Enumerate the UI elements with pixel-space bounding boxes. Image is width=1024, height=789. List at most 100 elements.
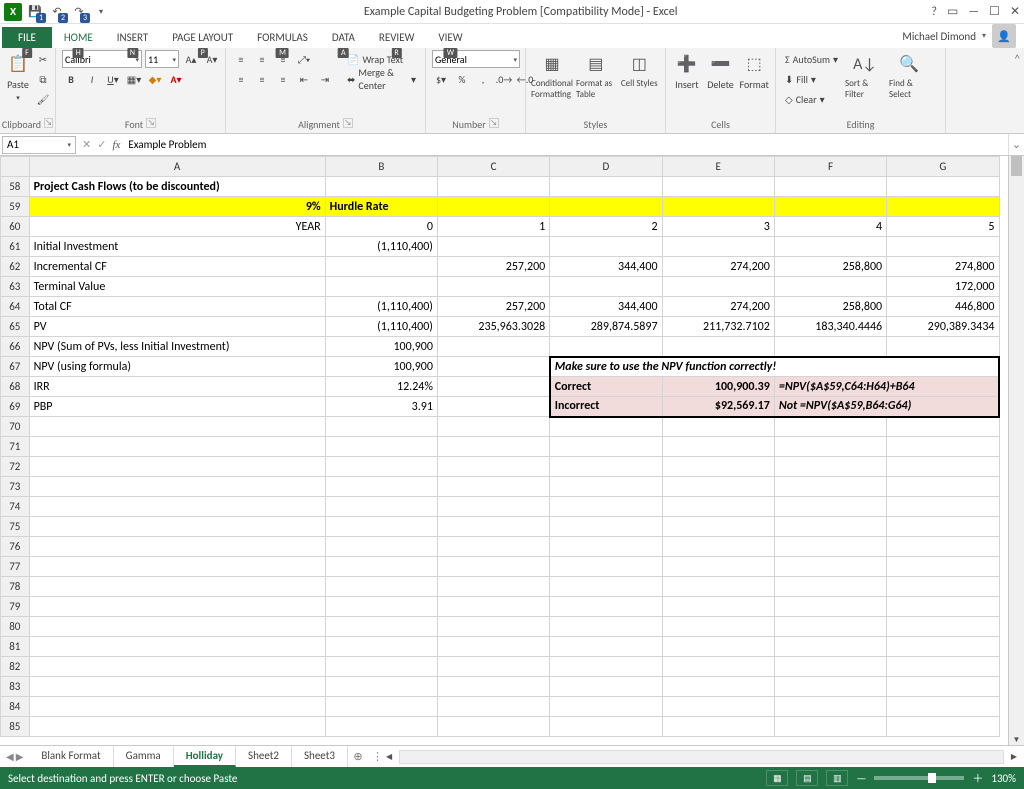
cell-A67[interactable]: NPV (using formula)	[29, 357, 325, 377]
italic-button[interactable]: I	[83, 70, 101, 88]
cell-E63[interactable]	[662, 277, 774, 297]
cell-F59[interactable]	[774, 197, 886, 217]
row-header-63[interactable]: 63	[1, 277, 30, 297]
cell-G82[interactable]	[887, 657, 999, 677]
horizontal-scrollbar[interactable]	[399, 750, 1004, 764]
cell-G80[interactable]	[887, 617, 999, 637]
cell-F77[interactable]	[774, 557, 886, 577]
cell-G62[interactable]: 274,800	[887, 257, 999, 277]
cancel-formula-icon[interactable]: ✕	[82, 138, 91, 151]
cell-A70[interactable]	[29, 417, 325, 437]
decrease-indent-icon[interactable]: ⇤	[295, 70, 313, 88]
select-all-corner[interactable]	[1, 157, 30, 177]
col-header-E[interactable]: E	[662, 157, 774, 177]
cell-A81[interactable]	[29, 637, 325, 657]
cell-A73[interactable]	[29, 477, 325, 497]
cell-E74[interactable]	[662, 497, 774, 517]
col-header-D[interactable]: D	[550, 157, 662, 177]
cell-F81[interactable]	[774, 637, 886, 657]
row-header-75[interactable]: 75	[1, 517, 30, 537]
cell-A84[interactable]	[29, 697, 325, 717]
cell-F60[interactable]: 4	[774, 217, 886, 237]
cell-F70[interactable]	[774, 417, 886, 437]
cell-G75[interactable]	[887, 517, 999, 537]
cell-F83[interactable]	[774, 677, 886, 697]
cell-D63[interactable]	[550, 277, 662, 297]
ribbon-tab-insert[interactable]: INSERTN	[105, 27, 161, 48]
cell-G71[interactable]	[887, 437, 999, 457]
cell-D66[interactable]	[550, 337, 662, 357]
cell-B58[interactable]	[325, 177, 437, 197]
cell-D58[interactable]	[550, 177, 662, 197]
row-header-82[interactable]: 82	[1, 657, 30, 677]
cell-F73[interactable]	[774, 477, 886, 497]
cell-D77[interactable]	[550, 557, 662, 577]
cell-E64[interactable]: 274,200	[662, 297, 774, 317]
cell-E80[interactable]	[662, 617, 774, 637]
cell-E83[interactable]	[662, 677, 774, 697]
cell-C83[interactable]	[437, 677, 549, 697]
cell-C79[interactable]	[437, 597, 549, 617]
delete-cells-button[interactable]: ➖Delete	[706, 50, 736, 91]
spreadsheet-grid[interactable]: ABCDEFG58Project Cash Flows (to be disco…	[0, 156, 1024, 745]
cell-E85[interactable]	[662, 717, 774, 737]
cell-C58[interactable]	[437, 177, 549, 197]
col-header-A[interactable]: A	[29, 157, 325, 177]
cell-A60[interactable]: YEAR	[29, 217, 325, 237]
align-left-icon[interactable]: ≡	[232, 70, 250, 88]
cell-G65[interactable]: 290,389.3434	[887, 317, 999, 337]
cell-E78[interactable]	[662, 577, 774, 597]
cell-A78[interactable]	[29, 577, 325, 597]
cell-F78[interactable]	[774, 577, 886, 597]
insert-cells-button[interactable]: ➕Insert	[672, 50, 702, 91]
vertical-scrollbar[interactable]: ▲ ▼	[1008, 156, 1024, 745]
cell-F65[interactable]: 183,340.4446	[774, 317, 886, 337]
cell-F76[interactable]	[774, 537, 886, 557]
cell-D75[interactable]	[550, 517, 662, 537]
sheet-tab-blank-format[interactable]: Blank Format	[29, 746, 113, 767]
align-right-icon[interactable]: ≡	[274, 70, 292, 88]
row-header-80[interactable]: 80	[1, 617, 30, 637]
cell-D83[interactable]	[550, 677, 662, 697]
cell-D79[interactable]	[550, 597, 662, 617]
hscroll-left-icon[interactable]: ◀	[383, 752, 395, 762]
row-header-60[interactable]: 60	[1, 217, 30, 237]
enter-formula-icon[interactable]: ✓	[97, 138, 106, 151]
cell-D85[interactable]	[550, 717, 662, 737]
cell-C62[interactable]: 257,200	[437, 257, 549, 277]
cell-G63[interactable]: 172,000	[887, 277, 999, 297]
cell-D76[interactable]	[550, 537, 662, 557]
cell-F82[interactable]	[774, 657, 886, 677]
cell-E72[interactable]	[662, 457, 774, 477]
cell-F61[interactable]	[774, 237, 886, 257]
cell-C63[interactable]	[437, 277, 549, 297]
cell-A79[interactable]	[29, 597, 325, 617]
cell-A76[interactable]	[29, 537, 325, 557]
cell-C67[interactable]	[437, 357, 549, 377]
row-header-64[interactable]: 64	[1, 297, 30, 317]
row-header-81[interactable]: 81	[1, 637, 30, 657]
cell-C85[interactable]	[437, 717, 549, 737]
cell-B80[interactable]	[325, 617, 437, 637]
cell-E59[interactable]	[662, 197, 774, 217]
cell-B82[interactable]	[325, 657, 437, 677]
cell-D74[interactable]	[550, 497, 662, 517]
cell-A80[interactable]	[29, 617, 325, 637]
cell-G74[interactable]	[887, 497, 999, 517]
cell-B60[interactable]: 0	[325, 217, 437, 237]
cell-D73[interactable]	[550, 477, 662, 497]
cell-A75[interactable]	[29, 517, 325, 537]
cell-D82[interactable]	[550, 657, 662, 677]
row-header-69[interactable]: 69	[1, 397, 30, 417]
collapse-ribbon-icon[interactable]: ^	[1011, 48, 1024, 133]
cell-D80[interactable]	[550, 617, 662, 637]
row-header-76[interactable]: 76	[1, 537, 30, 557]
cell-G76[interactable]	[887, 537, 999, 557]
cell-F75[interactable]	[774, 517, 886, 537]
cell-E76[interactable]	[662, 537, 774, 557]
cell-D62[interactable]: 344,400	[550, 257, 662, 277]
row-header-71[interactable]: 71	[1, 437, 30, 457]
cell-A65[interactable]: PV	[29, 317, 325, 337]
cell-E71[interactable]	[662, 437, 774, 457]
cell-C82[interactable]	[437, 657, 549, 677]
